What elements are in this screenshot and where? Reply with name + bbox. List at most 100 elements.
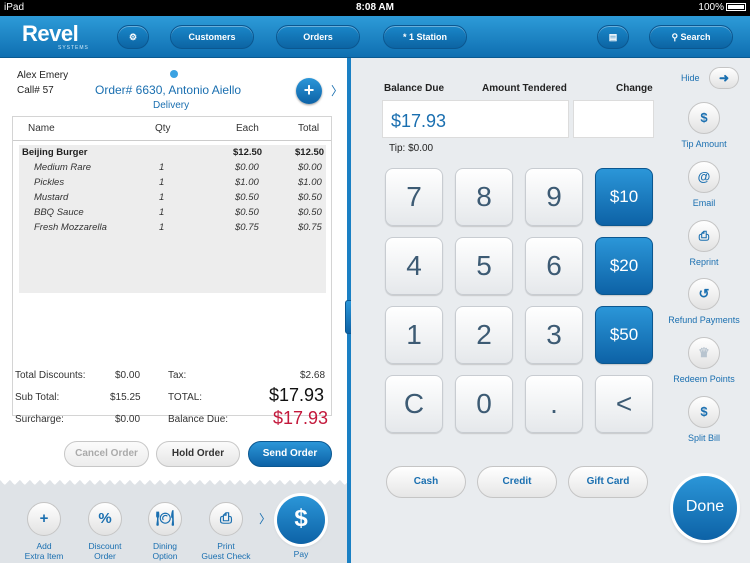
table-row[interactable]: Beijing Burger $12.50 $12.50: [19, 147, 326, 161]
send-order-button[interactable]: Send Order: [248, 441, 332, 467]
discount-order-button[interactable]: %: [88, 502, 122, 536]
balance-due-value: $17.93: [273, 408, 329, 428]
key-decimal[interactable]: .: [525, 375, 583, 433]
pay-button[interactable]: $: [277, 496, 325, 544]
key-50-dollars[interactable]: $50: [595, 306, 653, 364]
discount-order-label: Discount Order: [88, 541, 122, 561]
plus-icon: +: [39, 510, 49, 527]
keyboard-icon: ▤: [608, 32, 618, 42]
key-5[interactable]: 5: [455, 237, 513, 295]
hold-order-button[interactable]: Hold Order: [156, 441, 240, 467]
subtotal-value: $15.25: [110, 392, 141, 403]
key-clear[interactable]: C: [385, 375, 443, 433]
cancel-order-button[interactable]: Cancel Order: [64, 441, 149, 467]
add-order-button[interactable]: +: [296, 78, 322, 104]
amount-tendered-field[interactable]: $17.93: [382, 100, 569, 138]
hide-label[interactable]: Hide: [681, 73, 700, 83]
refund-payments-action[interactable]: ↺ Refund Payments: [664, 278, 744, 325]
table-header: Name Qty Each Total: [13, 117, 331, 141]
email-action[interactable]: @ Email: [664, 161, 744, 208]
battery-indicator: 100%: [698, 2, 746, 13]
clock: 8:08 AM: [356, 2, 394, 13]
table-row[interactable]: Pickles 1 $1.00 $1.00: [19, 177, 326, 191]
key-4[interactable]: 4: [385, 237, 443, 295]
call-number: Call# 57: [17, 85, 54, 96]
done-button[interactable]: Done: [673, 476, 737, 540]
key-0[interactable]: 0: [455, 375, 513, 433]
modifier-qty: 1: [159, 207, 165, 218]
key-3[interactable]: 3: [525, 306, 583, 364]
modifier-qty: 1: [159, 162, 165, 173]
print-guest-check-button[interactable]: ⎙: [209, 502, 243, 536]
modifier-qty: 1: [159, 192, 165, 203]
status-bar: iPad 8:08 AM 100%: [0, 0, 750, 16]
cash-icon: $: [688, 102, 720, 134]
reprint-action[interactable]: ⎙ Reprint: [664, 220, 744, 267]
redeem-points-action[interactable]: ♛ Redeem Points: [664, 337, 744, 384]
tax-label: Tax:: [168, 370, 187, 381]
email-label: Email: [692, 198, 716, 208]
dining-option-button[interactable]: 🍽: [148, 502, 182, 536]
key-7[interactable]: 7: [385, 168, 443, 226]
chevron-right-icon[interactable]: 〉: [331, 82, 343, 99]
modifier-total: $0.50: [298, 192, 322, 203]
key-10-dollars[interactable]: $10: [595, 168, 653, 226]
station-button[interactable]: * 1 Station: [383, 25, 467, 49]
modifier-total: $0.00: [298, 162, 322, 173]
item-list[interactable]: Beijing Burger $12.50 $12.50 Medium Rare…: [19, 145, 326, 293]
modifier-qty: 1: [159, 222, 165, 233]
battery-label: 100%: [698, 2, 724, 13]
keyboard-button[interactable]: ▤: [597, 25, 629, 49]
modifier-name: Pickles: [34, 177, 65, 188]
plus-icon: +: [303, 80, 315, 100]
orders-button[interactable]: Orders: [276, 25, 360, 49]
tip-amount-action[interactable]: $ Tip Amount: [664, 102, 744, 149]
split-bill-action[interactable]: $ Split Bill: [664, 396, 744, 443]
change-field: [573, 100, 654, 138]
cash-button[interactable]: Cash: [386, 466, 466, 498]
add-extra-item-button[interactable]: +: [27, 502, 61, 536]
modifier-each: $0.50: [235, 207, 259, 218]
redeem-points-label: Redeem Points: [673, 374, 735, 384]
printer-icon: ⎙: [688, 220, 720, 252]
key-8[interactable]: 8: [455, 168, 513, 226]
key-2[interactable]: 2: [455, 306, 513, 364]
modifier-name: Fresh Mozzarella: [34, 222, 107, 233]
refund-icon: ↺: [688, 278, 720, 310]
tax-value: $2.68: [300, 370, 326, 381]
key-20-dollars[interactable]: $20: [595, 237, 653, 295]
order-title[interactable]: Order# 6630, Antonio Aiello: [95, 83, 241, 97]
total-value: $17.93: [269, 385, 325, 405]
print-guest-check-label: Print Guest Check: [201, 541, 251, 561]
key-6[interactable]: 6: [525, 237, 583, 295]
gift-card-button[interactable]: Gift Card: [568, 466, 648, 498]
total-label: TOTAL:: [168, 392, 203, 403]
key-9[interactable]: 9: [525, 168, 583, 226]
order-type[interactable]: Delivery: [153, 100, 189, 111]
amount-tendered-header: Amount Tendered: [482, 83, 567, 94]
search-icon: ⚲: [671, 32, 681, 42]
pay-label: Pay: [293, 549, 309, 559]
hide-button[interactable]: ➜: [709, 67, 739, 89]
gear-icon: ⚙: [128, 32, 138, 42]
percent-icon: %: [98, 510, 112, 527]
search-button[interactable]: ⚲ Search: [649, 25, 733, 49]
tip-amount-label: Tip Amount: [681, 139, 727, 149]
table-row[interactable]: Medium Rare 1 $0.00 $0.00: [19, 162, 326, 176]
credit-button[interactable]: Credit: [477, 466, 557, 498]
settings-button[interactable]: ⚙: [117, 25, 149, 49]
chevron-right-icon[interactable]: 〉: [259, 510, 271, 527]
trophy-icon: ♛: [688, 337, 720, 369]
modifier-each: $0.00: [235, 162, 259, 173]
key-1[interactable]: 1: [385, 306, 443, 364]
table-row[interactable]: Mustard 1 $0.50 $0.50: [19, 192, 326, 206]
arrow-right-icon: ➜: [718, 71, 730, 85]
modifier-each: $0.50: [235, 192, 259, 203]
backspace-key[interactable]: <: [595, 375, 653, 433]
customers-button[interactable]: Customers: [170, 25, 254, 49]
modifier-name: Medium Rare: [34, 162, 92, 173]
table-row[interactable]: BBQ Sauce 1 $0.50 $0.50: [19, 207, 326, 221]
modifier-qty: 1: [159, 177, 165, 188]
modifier-total: $0.50: [298, 207, 322, 218]
table-row[interactable]: Fresh Mozzarella 1 $0.75 $0.75: [19, 222, 326, 236]
